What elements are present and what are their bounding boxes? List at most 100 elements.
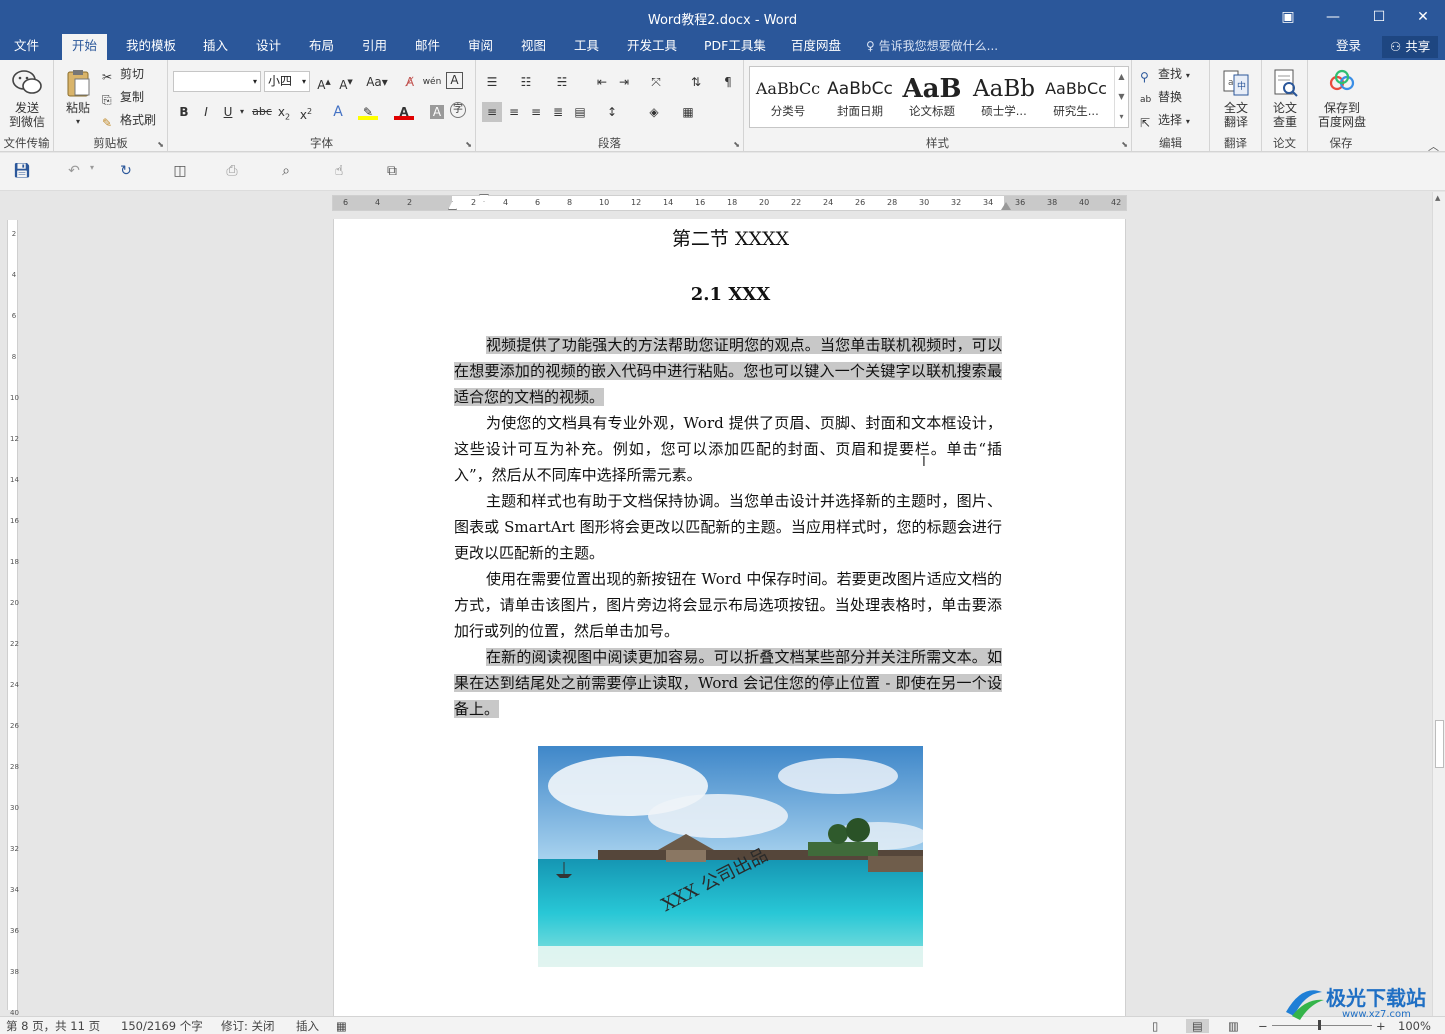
read-mode-view-icon[interactable]: ▯ <box>1152 1019 1158 1033</box>
tab-design[interactable]: 设计 <box>246 34 291 60</box>
text-effects-icon[interactable]: A <box>328 102 348 122</box>
superscript-icon[interactable]: x2 <box>296 102 316 122</box>
phonetic-guide-icon[interactable]: wén <box>422 72 442 92</box>
scroll-up-icon[interactable]: ▲ <box>1435 194 1440 202</box>
vertical-ruler[interactable]: 2 4 6 8 10 12 14 16 18 20 22 24 26 28 30 32 34 36 38 40 <box>0 192 24 1017</box>
align-left-icon[interactable]: ≡ <box>482 102 502 122</box>
clear-format-icon[interactable]: A̸ <box>400 72 420 92</box>
first-line-indent-marker[interactable] <box>479 194 489 202</box>
save-icon[interactable]: 💾︎ <box>12 163 32 181</box>
change-case-icon[interactable]: Aa▾ <box>364 72 390 92</box>
tab-developer[interactable]: 开发工具 <box>617 34 687 60</box>
horizontal-ruler[interactable]: 6 4 2 2 4 6 8 10 12 14 16 18 20 22 24 26 28 30 32 34 36 38 40 4… <box>332 194 1127 211</box>
touch-mode-icon[interactable]: ☝ <box>329 163 349 181</box>
numbering-icon[interactable]: ☷ <box>516 72 536 92</box>
tab-my-templates[interactable]: 我的模板 <box>116 34 186 60</box>
login-link[interactable]: 登录 <box>1336 34 1361 58</box>
tab-references[interactable]: 引用 <box>352 34 397 60</box>
style-item[interactable]: AaBb 硕士学... <box>968 67 1040 127</box>
tab-layout[interactable]: 布局 <box>299 34 344 60</box>
beach-resort-image[interactable]: XXX 公司出品 <box>538 746 923 967</box>
styles-launcher-icon[interactable]: ⬊ <box>1121 140 1128 149</box>
grow-font-icon[interactable]: A▲ <box>314 72 334 92</box>
subscript-icon[interactable]: x2 <box>274 102 294 122</box>
format-painter-button[interactable]: ✎ 格式刷 <box>102 110 156 130</box>
paste-dropdown-icon[interactable]: ▾ <box>60 115 96 129</box>
tell-me-box[interactable]: ♀ 告诉我您想要做什么... <box>866 34 998 60</box>
tab-baidu-netdisk[interactable]: 百度网盘 <box>781 34 851 60</box>
share-button[interactable]: ⚇ 共享 <box>1382 36 1439 58</box>
distributed-icon[interactable]: ▤ <box>570 102 590 122</box>
maximize-button[interactable]: ☐ <box>1356 4 1402 30</box>
customize-qat-icon[interactable]: ⧉ <box>382 163 402 181</box>
style-item[interactable]: AaBbCc 分类号 <box>752 67 824 127</box>
shading-icon[interactable]: ◈ <box>644 102 664 122</box>
replace-button[interactable]: ab 替换 <box>1140 87 1182 107</box>
strikethrough-icon[interactable]: abc <box>252 102 272 122</box>
tab-view[interactable]: 视图 <box>511 34 556 60</box>
decrease-indent-icon[interactable]: ⇤ <box>592 72 612 92</box>
font-size-box[interactable]: 小四 ▾ <box>264 71 310 92</box>
print-layout-view-icon[interactable]: ▤ <box>1186 1019 1209 1033</box>
enclose-char-icon[interactable]: 字 <box>450 102 466 118</box>
show-marks-icon[interactable]: ¶ <box>718 72 738 92</box>
page-count[interactable]: 第 8 页，共 11 页 <box>6 1019 100 1033</box>
word-count[interactable]: 150/2169 个字 <box>121 1019 203 1033</box>
font-name-box[interactable]: ▾ <box>173 71 261 92</box>
tab-pdf-tools[interactable]: PDF工具集 <box>694 34 776 60</box>
style-item[interactable]: AaBbCc 研究生... <box>1040 67 1112 127</box>
sort-icon[interactable]: ⇅ <box>686 72 706 92</box>
find-button[interactable]: ⚲ 查找 ▾ <box>1140 64 1190 84</box>
document-page[interactable]: 第二节 XXXX 2.1 XXX 视频提供了功能强大的方法帮助您证明您的观点。当… <box>333 219 1126 1016</box>
redo-icon[interactable]: ↻ <box>116 163 136 181</box>
styles-scroll[interactable]: ▲ ▼ ▾ <box>1114 67 1128 127</box>
char-border-icon[interactable]: A <box>446 72 463 89</box>
increase-indent-icon[interactable]: ⇥ <box>614 72 634 92</box>
close-button[interactable]: ✕ <box>1400 4 1445 30</box>
font-color-icon[interactable]: A <box>394 102 414 120</box>
tab-file[interactable]: 文件 <box>4 34 49 60</box>
align-right-icon[interactable]: ≡ <box>526 102 546 122</box>
line-spacing-icon[interactable]: ↕ <box>602 102 622 122</box>
print-icon[interactable]: ⎙ <box>222 163 242 181</box>
save-baidu-button[interactable]: 保存到 百度网盘 <box>1312 68 1372 129</box>
shrink-font-icon[interactable]: A▼ <box>336 72 356 92</box>
macro-record-icon[interactable]: ▦ <box>336 1019 347 1033</box>
tab-home[interactable]: 开始 <box>62 34 108 60</box>
style-item[interactable]: AaB 论文标题 <box>896 67 968 127</box>
paragraph-launcher-icon[interactable]: ⬊ <box>733 140 740 149</box>
collapse-ribbon-icon[interactable]: ︿ <box>1428 138 1439 154</box>
paste-button[interactable]: 粘贴 ▾ <box>60 68 96 129</box>
underline-dropdown-icon[interactable]: ▾ <box>232 102 252 122</box>
multilevel-list-icon[interactable]: ☵ <box>552 72 572 92</box>
ribbon-display-options-icon[interactable]: ▣ <box>1265 4 1311 30</box>
highlight-color-icon[interactable]: ✎ <box>358 102 378 120</box>
web-layout-view-icon[interactable]: ▥ <box>1228 1019 1239 1033</box>
justify-icon[interactable]: ≣ <box>548 102 568 122</box>
borders-icon[interactable]: ▦ <box>678 102 698 122</box>
font-launcher-icon[interactable]: ⬊ <box>465 140 472 149</box>
scroll-thumb[interactable] <box>1435 720 1444 768</box>
tab-insert[interactable]: 插入 <box>193 34 238 60</box>
send-wechat-button[interactable]: 发送 到微信 <box>4 68 50 129</box>
bullets-icon[interactable]: ☰ <box>482 72 502 92</box>
copy-button[interactable]: ⎘ 复制 <box>102 87 144 107</box>
cut-button[interactable]: ✂ 剪切 <box>102 64 144 84</box>
style-item[interactable]: AaBbCc 封面日期 <box>824 67 896 127</box>
insert-mode-status[interactable]: 插入 <box>296 1019 319 1033</box>
minimize-button[interactable]: — <box>1310 4 1356 30</box>
clipboard-launcher-icon[interactable]: ⬊ <box>157 140 164 149</box>
undo-dropdown-icon[interactable]: ▾ <box>82 163 102 181</box>
char-shading-icon[interactable]: A <box>430 105 444 119</box>
print-preview-icon[interactable]: ⌕ <box>276 163 296 181</box>
undo-icon[interactable]: ↶ <box>64 163 84 181</box>
tab-mailings[interactable]: 邮件 <box>405 34 450 60</box>
read-mode-icon[interactable]: ◫ <box>170 163 190 181</box>
select-button[interactable]: ⇱ 选择 ▾ <box>1140 110 1190 130</box>
full-translate-button[interactable]: a中 全文 翻译 <box>1213 68 1259 129</box>
zoom-out-icon[interactable]: − <box>1258 1019 1268 1033</box>
align-center-icon[interactable]: ≡ <box>504 102 524 122</box>
italic-icon[interactable]: I <box>196 102 216 122</box>
tab-review[interactable]: 审阅 <box>458 34 503 60</box>
track-changes-status[interactable]: 修订: 关闭 <box>221 1019 275 1033</box>
